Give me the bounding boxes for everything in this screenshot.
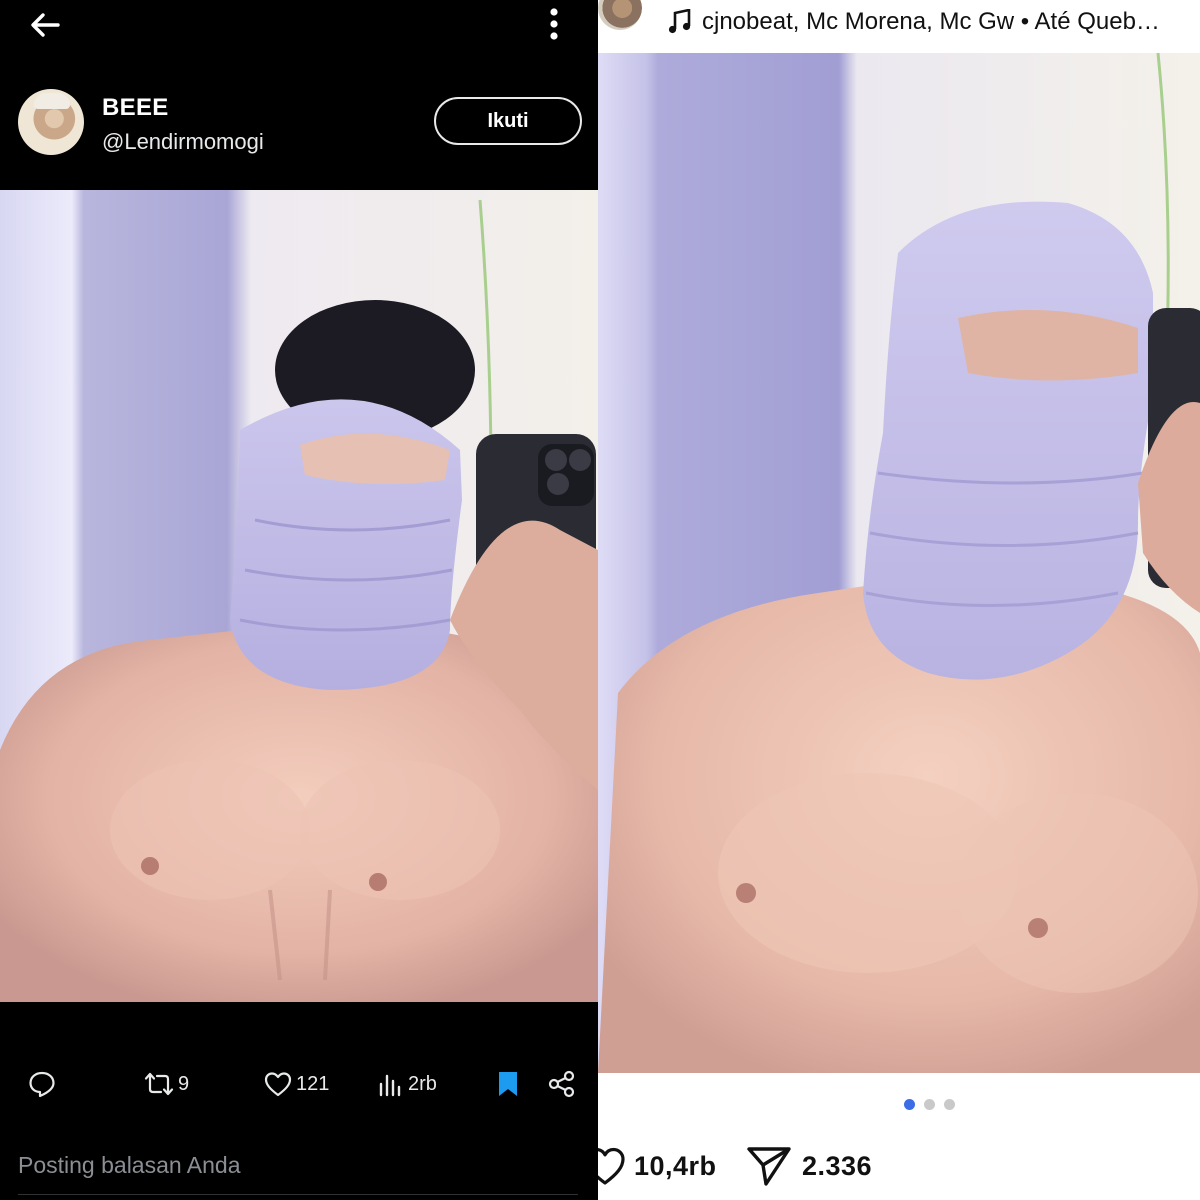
music-title: cjnobeat, Mc Morena, Mc Gw • Até Queb…: [702, 8, 1160, 35]
post-actions-bar: 9 121 2rb: [0, 1062, 598, 1106]
author-row: BEEE @Lendirmomogi Ikuti: [0, 84, 598, 164]
back-arrow-icon: [28, 8, 62, 42]
author-handle[interactable]: @Lendirmomogi: [102, 129, 264, 155]
retweet-count: 9: [178, 1072, 190, 1095]
reply-button[interactable]: [28, 1062, 56, 1106]
like-button[interactable]: 121: [264, 1062, 329, 1106]
follow-button[interactable]: Ikuti: [434, 97, 582, 145]
carousel-indicator: [598, 1099, 1200, 1111]
send-icon: [746, 1144, 792, 1188]
like-button[interactable]: 10,4rb: [598, 1140, 717, 1192]
avatar[interactable]: [18, 89, 84, 155]
back-button[interactable]: [26, 6, 64, 44]
avatar[interactable]: [598, 0, 642, 30]
instagram-post-panel: cjnobeat, Mc Morena, Mc Gw • Até Queb… 1…: [598, 0, 1200, 1200]
retweet-icon: [144, 1070, 174, 1098]
share-count: 2.336: [802, 1150, 873, 1181]
music-note-icon: [668, 9, 692, 35]
top-bar: [0, 0, 598, 50]
share-icon: [548, 1070, 576, 1098]
author-display-name[interactable]: BEEE: [102, 94, 169, 122]
views-count: 2rb: [408, 1072, 437, 1095]
reply-input[interactable]: Posting balasan Anda: [18, 1146, 578, 1184]
more-vertical-icon: [548, 6, 560, 42]
post-photo[interactable]: [598, 53, 1200, 1073]
bookmark-button[interactable]: [496, 1062, 520, 1106]
heart-icon: [264, 1071, 292, 1097]
views-icon: [378, 1071, 404, 1097]
retweet-button[interactable]: 9: [144, 1062, 189, 1106]
share-button[interactable]: 2.336: [746, 1140, 872, 1192]
like-count: 10,4rb: [634, 1150, 717, 1181]
carousel-dot-3[interactable]: [944, 1099, 955, 1110]
divider: [18, 1194, 578, 1195]
share-button[interactable]: [548, 1062, 576, 1106]
carousel-dot-2[interactable]: [924, 1099, 935, 1110]
more-options-button[interactable]: [536, 4, 572, 44]
post-actions-bar: 10,4rb 2.336: [598, 1138, 1200, 1194]
like-count: 121: [296, 1072, 330, 1095]
heart-outline-icon: [598, 1146, 626, 1186]
reply-icon: [28, 1070, 56, 1098]
x-post-panel: BEEE @Lendirmomogi Ikuti 9 121 2rb Posti…: [0, 0, 598, 1200]
carousel-dot-1[interactable]: [904, 1099, 915, 1110]
music-info[interactable]: cjnobeat, Mc Morena, Mc Gw • Até Queb…: [668, 4, 1160, 40]
post-photo[interactable]: [0, 190, 598, 1002]
bookmark-icon: [496, 1070, 520, 1098]
views-button[interactable]: 2rb: [378, 1062, 437, 1106]
